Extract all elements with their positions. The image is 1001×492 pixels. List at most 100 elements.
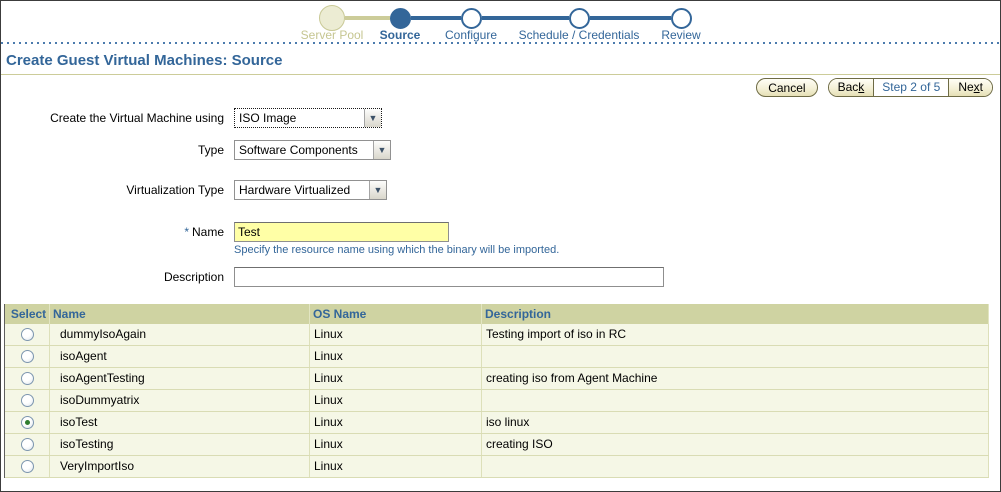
name-cell: isoAgent [50,346,310,367]
description-cell: creating ISO [482,434,989,455]
column-header-description: Description [482,304,989,324]
next-label: Ne [958,80,974,94]
page-title: Create Guest Virtual Machines: Source [6,52,283,69]
table-row: VeryImportIso Linux [5,456,989,478]
table-row: isoTesting Linux creating ISO [5,434,989,456]
os-name-cell: Linux [310,368,482,389]
wizard-train: Server Pool Source Configure Schedule / … [282,4,722,42]
field-row-description: Description [1,267,664,287]
row-radio[interactable] [20,372,34,385]
row-radio[interactable] [20,394,34,407]
name-cell: VeryImportIso [50,456,310,477]
description-cell [482,346,989,367]
name-input[interactable] [234,222,449,242]
description-cell [482,390,989,411]
select-cell [5,412,50,433]
row-radio-selected[interactable] [20,416,34,429]
select-cell [5,324,50,345]
virtualization-type-value: Hardware Virtualized [239,183,351,197]
field-row-type: Type Software Components ▼ [1,140,391,160]
iso-resource-table: Select Name OS Name Description dummyIso… [4,304,989,478]
row-radio[interactable] [20,350,34,363]
select-cell [5,368,50,389]
back-button[interactable]: Back [828,79,875,96]
column-header-name: Name [50,304,310,324]
cancel-button[interactable]: Cancel [756,78,818,97]
name-label: * Name [1,225,224,239]
field-row-virtualization-type: Virtualization Type Hardware Virtualized… [1,180,387,200]
os-name-cell: Linux [310,390,482,411]
virtualization-type-select[interactable]: Hardware Virtualized ▼ [234,180,387,200]
back-next-group: Back Step 2 of 5 Next [827,78,993,97]
name-label-text: Name [191,225,224,239]
description-cell [482,456,989,477]
field-row-name: * Name [1,222,449,242]
os-name-cell: Linux [310,456,482,477]
name-cell: isoTesting [50,434,310,455]
select-cell [5,434,50,455]
description-cell: iso linux [482,412,989,433]
description-label: Description [163,270,224,284]
train-step-review: Review [661,28,701,42]
type-label: Type [197,143,224,157]
name-cell: dummyIsoAgain [50,324,310,345]
chevron-down-icon[interactable]: ▼ [373,141,390,159]
name-cell: isoTest [50,412,310,433]
type-select[interactable]: Software Components ▼ [234,140,391,160]
table-row: dummyIsoAgain Linux Testing import of is… [5,324,989,346]
create-using-select[interactable]: ISO Image ▼ [234,108,382,128]
wizard-nav: Cancel Back Step 2 of 5 Next [756,78,993,97]
field-row-create-using: Create the Virtual Machine using ISO Ima… [1,108,382,128]
next-label-suffix: t [979,80,983,94]
back-label: Bac [837,80,859,94]
os-name-cell: Linux [310,346,482,367]
train-step-icon-review [671,8,692,29]
dotted-separator [1,42,1000,44]
train-connector [411,16,461,20]
train-step-server-pool[interactable]: Server Pool [301,28,364,42]
type-value: Software Components [239,143,358,157]
train-step-configure: Configure [444,28,498,42]
table-header-row: Select Name OS Name Description [5,304,989,324]
train-step-icon-source [390,8,411,29]
description-cell: Testing import of iso in RC [482,324,989,345]
chevron-down-icon[interactable]: ▼ [364,109,381,127]
select-cell [5,346,50,367]
select-cell [5,390,50,411]
name-cell: isoDummyatrix [50,390,310,411]
train-step-source: Source [379,28,421,42]
column-header-os-name: OS Name [310,304,482,324]
name-field-hint: Specify the resource name using which th… [234,244,560,256]
description-cell: creating iso from Agent Machine [482,368,989,389]
required-marker: * [184,225,189,239]
train-step-icon-configure [461,8,482,29]
train-connector [590,16,671,20]
step-indicator: Step 2 of 5 [874,79,949,96]
row-radio[interactable] [20,460,34,473]
train-step-schedule-credentials: Schedule / Credentials [518,28,640,42]
name-cell: isoAgentTesting [50,368,310,389]
create-using-value: ISO Image [239,111,297,125]
select-cell [5,456,50,477]
create-using-label: Create the Virtual Machine using [50,111,224,125]
os-name-cell: Linux [310,434,482,455]
virtualization-type-label: Virtualization Type [126,183,224,197]
row-radio[interactable] [20,328,34,341]
train-step-icon-schedule-credentials [569,8,590,29]
os-name-cell: Linux [310,324,482,345]
back-accesskey: k [858,80,865,94]
row-radio[interactable] [20,438,34,451]
table-row: isoAgent Linux [5,346,989,368]
train-connector [482,16,569,20]
title-rule [1,74,1000,75]
wizard-page: Server Pool Source Configure Schedule / … [0,0,1001,492]
next-button[interactable]: Next [948,79,992,96]
chevron-down-icon[interactable]: ▼ [369,181,386,199]
os-name-cell: Linux [310,412,482,433]
train-connector [345,16,390,20]
column-header-select: Select [5,304,50,324]
table-row: isoAgentTesting Linux creating iso from … [5,368,989,390]
table-row-selected: isoTest Linux iso linux [5,412,989,434]
description-input[interactable] [234,267,664,287]
table-row: isoDummyatrix Linux [5,390,989,412]
